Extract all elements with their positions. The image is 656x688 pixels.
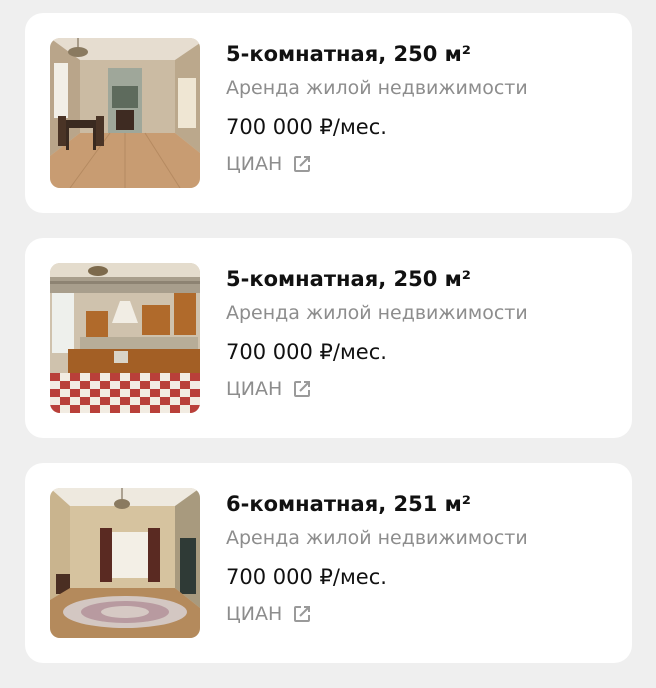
listing-source-link[interactable]: ЦИАН	[226, 151, 620, 177]
listing-photo[interactable]	[50, 488, 200, 638]
listing-info: 6-комнатная, 251 м² Аренда жилой недвижи…	[226, 489, 620, 627]
listing-price: 700 000 ₽/мес.	[226, 115, 387, 139]
listing-card[interactable]: 5-комнатная, 250 м² Аренда жилой недвижи…	[25, 13, 632, 213]
listing-info: 5-комнатная, 250 м² Аренда жилой недвижи…	[226, 39, 620, 177]
listing-info: 5-комнатная, 250 м² Аренда жилой недвижи…	[226, 264, 620, 402]
listing-photo[interactable]	[50, 263, 200, 413]
listing-category: Аренда жилой недвижимости	[226, 527, 528, 549]
listing-source-link[interactable]: ЦИАН	[226, 376, 620, 402]
listing-title[interactable]: 5-комнатная, 250 м²	[226, 39, 620, 69]
listing-source-link[interactable]: ЦИАН	[226, 601, 620, 627]
listing-category: Аренда жилой недвижимости	[226, 302, 528, 324]
listing-source-label: ЦИАН	[226, 603, 283, 625]
listing-title[interactable]: 6-комнатная, 251 м²	[226, 489, 620, 519]
listing-source-label: ЦИАН	[226, 153, 283, 175]
external-link-icon	[292, 379, 312, 399]
listing-card[interactable]: 5-комнатная, 250 м² Аренда жилой недвижи…	[25, 238, 632, 438]
external-link-icon	[292, 604, 312, 624]
listing-photo[interactable]	[50, 38, 200, 188]
listing-card[interactable]: 6-комнатная, 251 м² Аренда жилой недвижи…	[25, 463, 632, 663]
listing-price: 700 000 ₽/мес.	[226, 340, 387, 364]
listing-price: 700 000 ₽/мес.	[226, 565, 387, 589]
listing-source-label: ЦИАН	[226, 378, 283, 400]
listing-list: 5-комнатная, 250 м² Аренда жилой недвижи…	[25, 13, 632, 688]
listing-title[interactable]: 5-комнатная, 250 м²	[226, 264, 620, 294]
listing-category: Аренда жилой недвижимости	[226, 77, 528, 99]
external-link-icon	[292, 154, 312, 174]
